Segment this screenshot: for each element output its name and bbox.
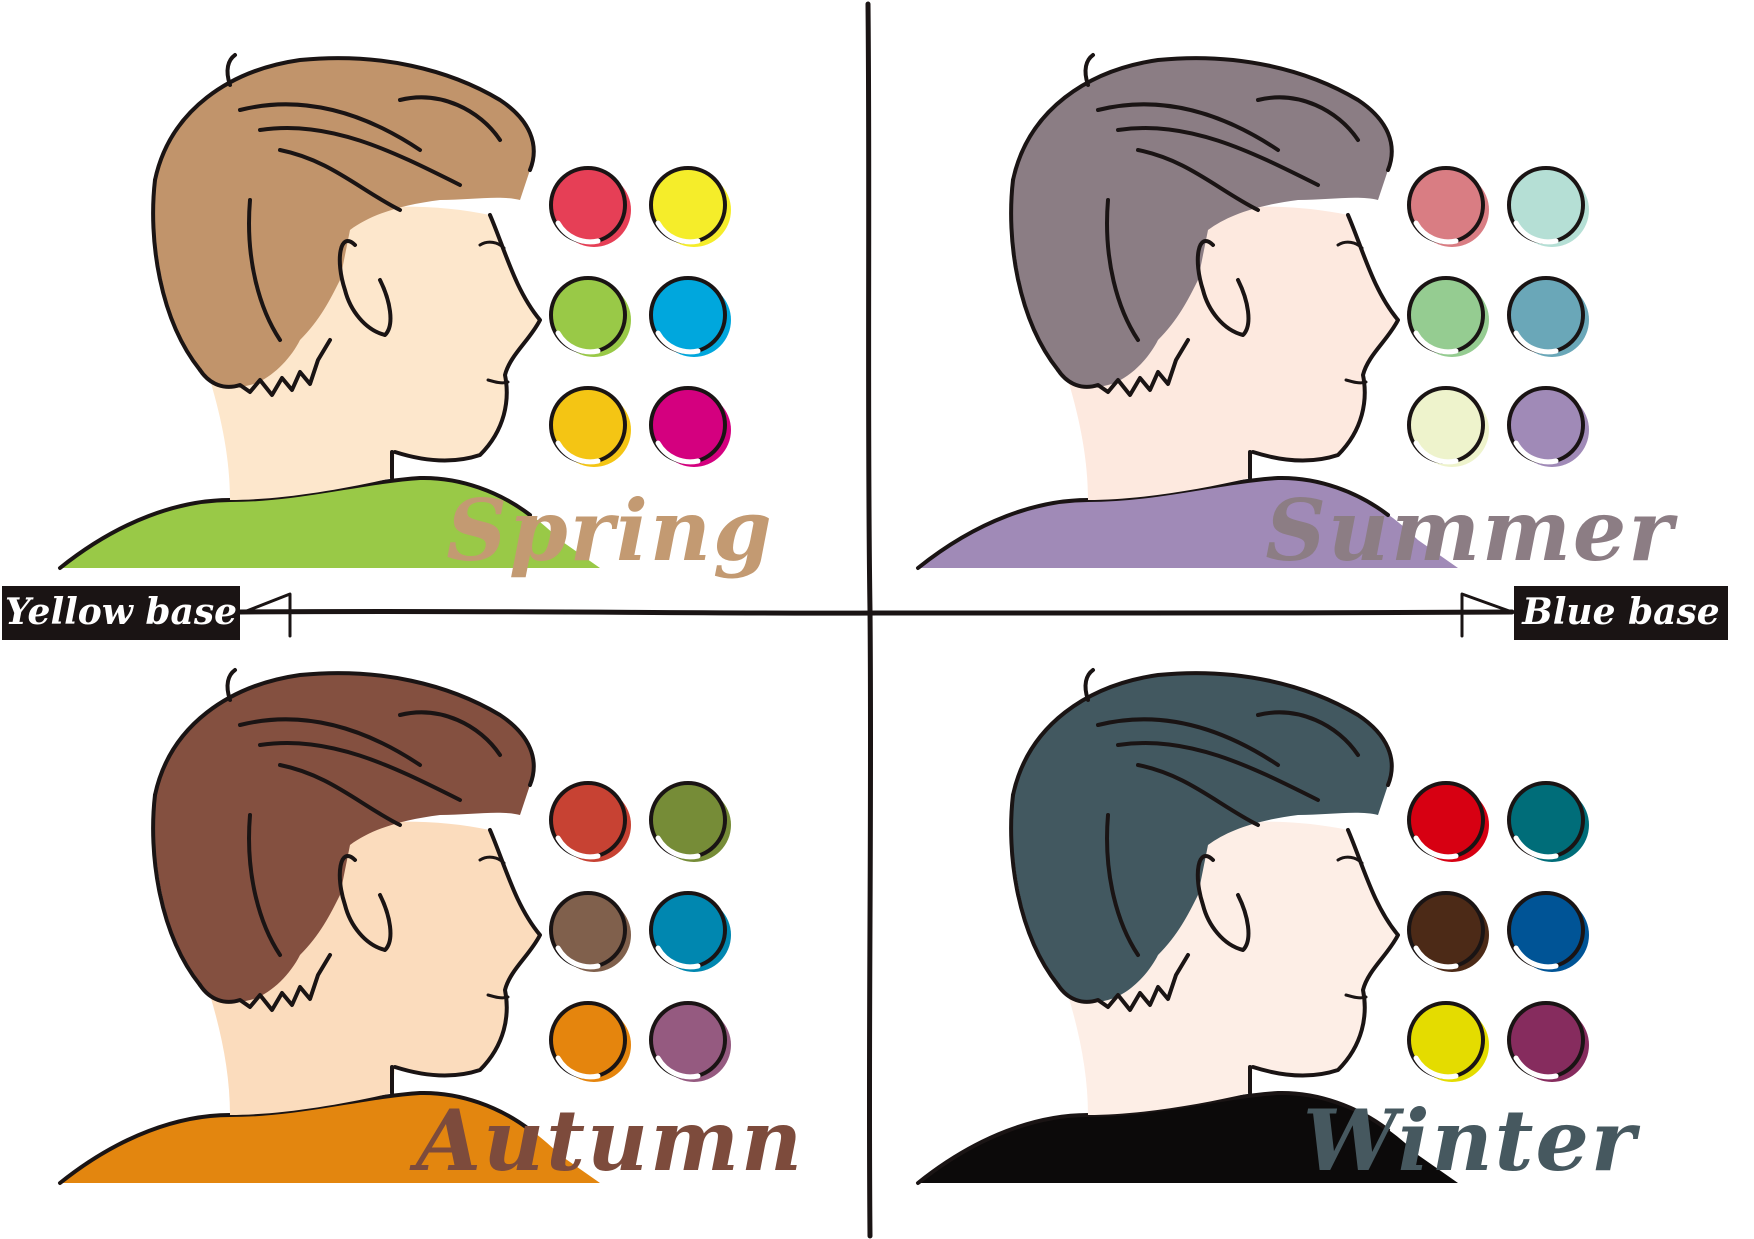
quadrant-winter: Winter xyxy=(916,668,1641,1190)
right-arrow-icon xyxy=(1460,592,1514,638)
horizontal-axis xyxy=(237,608,1515,616)
quadrant-summer: Summer xyxy=(916,53,1678,580)
blue-base-tag: Blue base xyxy=(1514,586,1728,640)
season-label-spring: Spring xyxy=(446,481,773,580)
vertical-axis xyxy=(865,1,874,1239)
personal-color-chart: Spring Summer Autumn Winter Yellow base Blu… xyxy=(2,1,1728,1239)
quadrant-spring: Spring xyxy=(58,53,773,580)
left-arrow-icon xyxy=(242,592,292,638)
yellow-base-tag: Yellow base xyxy=(2,586,240,640)
season-label-autumn: Autumn xyxy=(409,1091,804,1190)
season-label-winter: Winter xyxy=(1303,1091,1641,1190)
quadrant-autumn: Autumn xyxy=(58,668,804,1190)
season-label-summer: Summer xyxy=(1265,481,1678,580)
yellow-base-label: Yellow base xyxy=(5,591,237,633)
blue-base-label: Blue base xyxy=(1521,591,1719,633)
